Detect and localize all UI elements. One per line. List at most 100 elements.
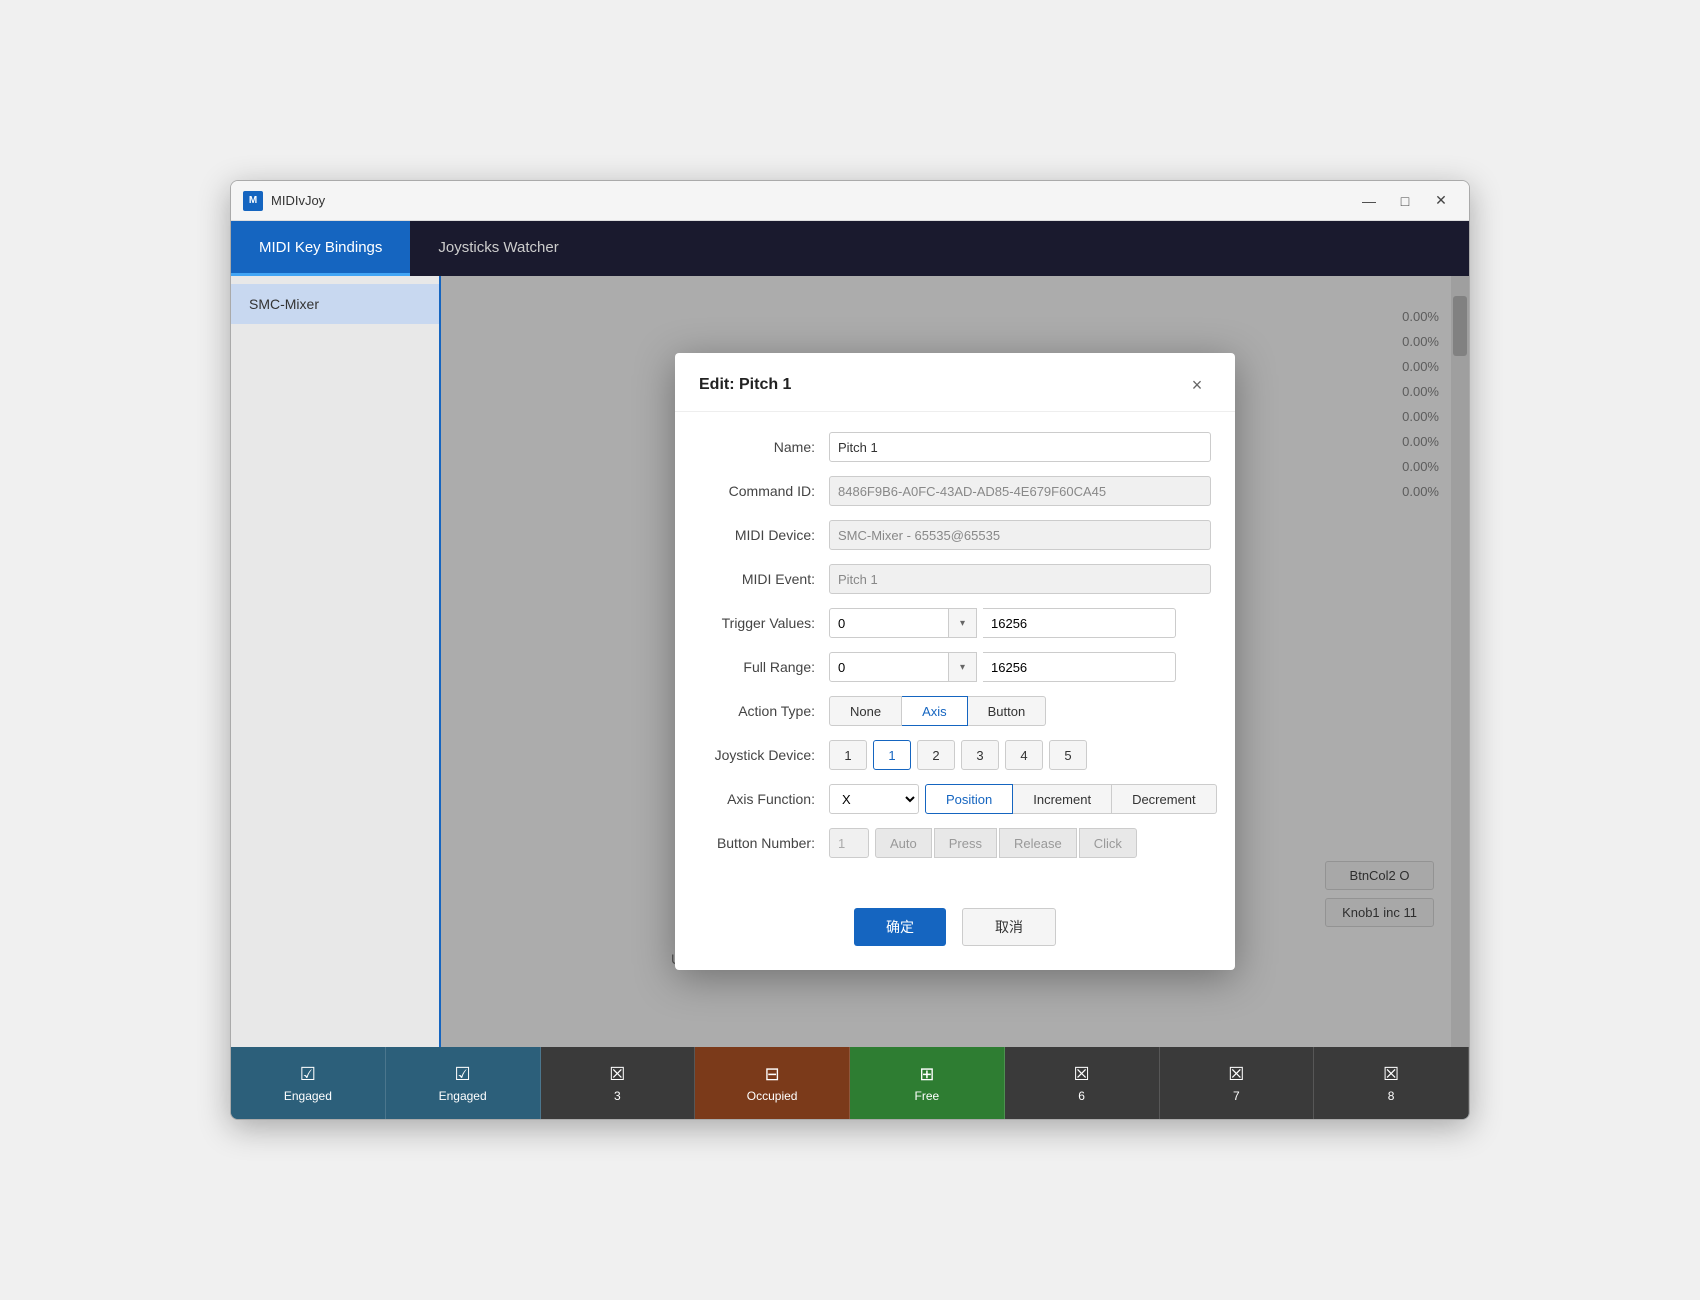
trigger-max-input[interactable] [983,608,1176,638]
sidebar: SMC-Mixer [231,276,441,1047]
action-type-none[interactable]: None [829,696,902,726]
tab-midi-key-bindings[interactable]: MIDI Key Bindings [231,221,410,276]
status-item-2[interactable]: ☑ Engaged [386,1047,541,1119]
modal-title: Edit: Pitch 1 [699,376,791,394]
title-bar: M MIDIvJoy — □ ✕ [231,181,1469,221]
joystick-device-label: Joystick Device: [699,747,829,763]
joystick-btn-group: 1 2 3 4 5 [873,740,1087,770]
sidebar-item-smc-mixer[interactable]: SMC-Mixer [231,284,439,324]
tab-midi-key-bindings-label: MIDI Key Bindings [259,239,382,256]
nav-tabs: MIDI Key Bindings Joysticks Watcher [231,221,1469,276]
name-label: Name: [699,439,829,455]
confirm-button[interactable]: 确定 [854,908,946,946]
action-type-axis[interactable]: Axis [902,696,968,726]
full-range-inputs: ▾ [829,652,1176,682]
btn-fn-auto[interactable]: Auto [875,828,932,858]
joystick-device-controls: 1 1 2 3 4 5 [829,740,1087,770]
joystick-first-btn[interactable]: 1 [829,740,867,770]
button-number-row: Button Number: Auto Press Release Click [699,828,1211,858]
main-window: M MIDIvJoy — □ ✕ MIDI Key Bindings Joyst… [230,180,1470,1120]
midi-device-input [829,520,1211,550]
btn-fn-click[interactable]: Click [1079,828,1137,858]
midi-device-label: MIDI Device: [699,527,829,543]
axis-select[interactable]: X Y Z [829,784,919,814]
status-icon-8: ☒ [1383,1064,1399,1085]
btn-fn-group: Auto Press Release Click [875,828,1137,858]
trigger-values-label: Trigger Values: [699,615,829,631]
action-type-group: None Axis Button [829,696,1046,726]
minimize-button[interactable]: — [1353,187,1385,215]
status-label-5: Free [915,1089,940,1103]
command-id-input [829,476,1211,506]
status-icon-2: ☑ [455,1064,471,1085]
status-item-5[interactable]: ⊞ Free [850,1047,1005,1119]
command-id-label: Command ID: [699,483,829,499]
modal-close-button[interactable]: × [1183,371,1211,399]
modal-overlay: Edit: Pitch 1 × Name: Command ID: [441,276,1469,1047]
status-item-3[interactable]: ☒ 3 [541,1047,696,1119]
app-title: MIDIvJoy [271,193,325,208]
cancel-button[interactable]: 取消 [962,908,1056,946]
button-number-input [829,828,869,858]
status-label-3: 3 [614,1089,621,1103]
content-area: 0.00% 0.00% 0.00% 0.00% 0.00% 0.00% 0.00… [441,276,1469,1047]
full-range-min-input[interactable] [829,652,949,682]
trigger-min-input[interactable] [829,608,949,638]
status-icon-5: ⊞ [919,1064,934,1085]
full-range-row: Full Range: ▾ [699,652,1211,682]
full-range-label: Full Range: [699,659,829,675]
trigger-values-inputs: ▾ [829,608,1176,638]
midi-event-input [829,564,1211,594]
joystick-btn-4[interactable]: 4 [1005,740,1043,770]
status-item-1[interactable]: ☑ Engaged [231,1047,386,1119]
full-range-dropdown-icon[interactable]: ▾ [949,652,977,682]
axis-function-label: Axis Function: [699,791,829,807]
status-item-6[interactable]: ☒ 6 [1005,1047,1160,1119]
close-button[interactable]: ✕ [1425,187,1457,215]
modal-edit-pitch: Edit: Pitch 1 × Name: Command ID: [675,353,1235,970]
axis-fn-position[interactable]: Position [925,784,1013,814]
btn-fn-press[interactable]: Press [934,828,997,858]
button-number-label: Button Number: [699,835,829,851]
status-icon-7: ☒ [1228,1064,1244,1085]
axis-fn-decrement[interactable]: Decrement [1112,784,1217,814]
status-label-4: Occupied [747,1089,798,1103]
name-input[interactable] [829,432,1211,462]
status-bar: ☑ Engaged ☑ Engaged ☒ 3 ⊟ Occupied ⊞ Fre… [231,1047,1469,1119]
main-area: SMC-Mixer 0.00% 0.00% 0.00% 0.00% 0.00% … [231,276,1469,1047]
btn-fn-release[interactable]: Release [999,828,1077,858]
trigger-dropdown-icon[interactable]: ▾ [949,608,977,638]
status-item-4[interactable]: ⊟ Occupied [695,1047,850,1119]
status-icon-6: ☒ [1074,1064,1090,1085]
full-range-max-input[interactable] [983,652,1176,682]
midi-event-label: MIDI Event: [699,571,829,587]
status-item-8[interactable]: ☒ 8 [1314,1047,1469,1119]
maximize-button[interactable]: □ [1389,187,1421,215]
modal-body: Name: Command ID: MIDI Device: [675,412,1235,892]
status-icon-1: ☑ [300,1064,316,1085]
tab-joysticks-watcher[interactable]: Joysticks Watcher [410,221,586,276]
status-label-6: 6 [1078,1089,1085,1103]
axis-function-controls: X Y Z Position Increment Decrement [829,784,1217,814]
joystick-btn-5[interactable]: 5 [1049,740,1087,770]
status-label-1: Engaged [284,1089,332,1103]
trigger-values-row: Trigger Values: ▾ [699,608,1211,638]
title-bar-controls: — □ ✕ [1353,187,1457,215]
midi-event-row: MIDI Event: [699,564,1211,594]
title-bar-left: M MIDIvJoy [243,191,325,211]
tab-joysticks-watcher-label: Joysticks Watcher [438,239,558,256]
action-type-button[interactable]: Button [968,696,1047,726]
action-type-label: Action Type: [699,703,829,719]
modal-footer: 确定 取消 [675,892,1235,970]
command-id-row: Command ID: [699,476,1211,506]
status-label-2: Engaged [439,1089,487,1103]
joystick-btn-3[interactable]: 3 [961,740,999,770]
joystick-btn-2[interactable]: 2 [917,740,955,770]
sidebar-item-label: SMC-Mixer [249,296,319,312]
axis-fn-increment[interactable]: Increment [1013,784,1112,814]
joystick-btn-1[interactable]: 1 [873,740,911,770]
status-item-7[interactable]: ☒ 7 [1160,1047,1315,1119]
status-label-7: 7 [1233,1089,1240,1103]
modal-header: Edit: Pitch 1 × [675,353,1235,412]
app-icon: M [243,191,263,211]
